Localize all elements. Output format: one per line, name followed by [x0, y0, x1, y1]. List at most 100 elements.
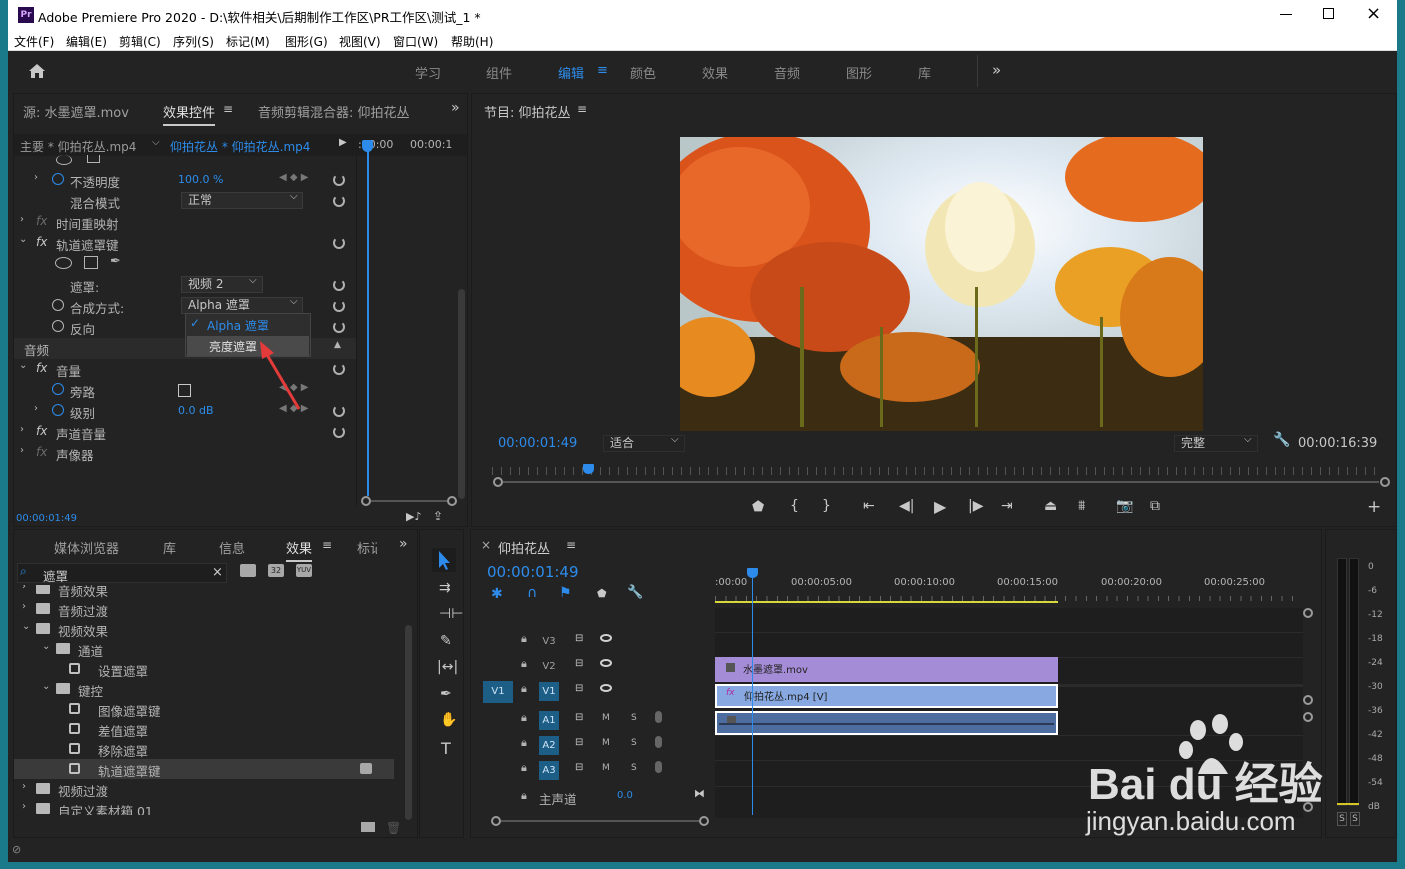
effects-tree-item[interactable]: 轨道遮罩键 — [14, 759, 394, 779]
zoom-handle-right[interactable] — [1380, 477, 1390, 487]
eye-icon[interactable] — [600, 659, 612, 667]
blend-mode-dropdown[interactable]: 正常 — [181, 192, 303, 209]
effects-tree-item[interactable]: 差值遮罩 — [14, 719, 394, 739]
new-bin-icon[interactable] — [361, 822, 375, 832]
step-forward-icon[interactable]: |▶ — [968, 498, 983, 514]
ec-playhead[interactable] — [367, 141, 369, 496]
tab-libraries[interactable]: 库 — [163, 538, 176, 557]
panel-menu-icon[interactable]: ≡ — [577, 102, 587, 116]
stopwatch-icon[interactable] — [52, 299, 64, 311]
collapse-arrow-icon[interactable]: ⌄ — [22, 621, 30, 632]
expand-arrow-icon[interactable]: › — [34, 172, 38, 183]
sync-lock-icon[interactable]: ⊟ — [575, 683, 583, 694]
effects-search-box[interactable]: ⌕ 遮罩 × — [17, 563, 227, 585]
yuv-effects-icon[interactable]: YUV — [296, 564, 312, 577]
tab-effect-controls[interactable]: 效果控件 — [163, 102, 216, 126]
hand-tool-icon[interactable]: ✋ — [440, 712, 457, 728]
reset-icon[interactable] — [333, 300, 345, 312]
lock-icon[interactable]: 🔒︎ — [521, 789, 527, 803]
expand-arrow-icon[interactable]: › — [22, 781, 26, 792]
menu-edit[interactable]: 编辑(E) — [66, 33, 107, 50]
lock-icon[interactable]: 🔒︎ — [521, 657, 527, 671]
tab-markers[interactable]: 标记 — [357, 538, 377, 557]
reset-icon[interactable] — [333, 426, 345, 438]
keyframe-nav-icon[interactable]: ◀ ◆ ▶ — [279, 172, 308, 183]
level-value[interactable]: 0.0 dB — [178, 404, 214, 417]
fx-icon[interactable]: fx — [36, 235, 47, 249]
rectangle-mask-icon[interactable] — [84, 256, 98, 269]
selection-tool-icon[interactable] — [432, 548, 456, 572]
eye-icon[interactable] — [600, 634, 612, 642]
add-marker-icon[interactable]: ⬟ — [597, 587, 607, 600]
play-icon[interactable]: ▶ — [934, 497, 946, 516]
reset-icon[interactable] — [333, 363, 345, 375]
menu-graphics[interactable]: 图形(G) — [285, 33, 328, 50]
step-back-icon[interactable]: ◀| — [899, 498, 914, 514]
microphone-icon[interactable] — [655, 711, 662, 723]
expand-arrow-icon[interactable]: › — [22, 601, 26, 612]
solo-button[interactable]: S — [631, 763, 637, 773]
ec-zoom-handle-left[interactable] — [361, 496, 371, 506]
effects-scrollbar[interactable] — [405, 625, 412, 820]
add-marker-icon[interactable]: ⬟ — [752, 499, 764, 515]
collapse-up-icon[interactable]: ▲ — [334, 340, 341, 350]
reset-icon[interactable] — [333, 405, 345, 417]
expand-arrow-icon[interactable]: › — [20, 445, 24, 456]
play-only-icon[interactable]: ▶ — [339, 137, 347, 148]
workspace-libraries[interactable]: 库 — [918, 63, 931, 82]
clip-selector-active[interactable]: 仰拍花丛 * 仰拍花丛.mp4 — [170, 138, 310, 155]
workspace-graphics[interactable]: 图形 — [846, 63, 872, 82]
settings-wrench-icon[interactable]: 🔧 — [1273, 432, 1290, 448]
mute-button[interactable]: M — [602, 713, 610, 723]
sync-lock-icon[interactable]: ⊟ — [575, 762, 583, 773]
clip-selector-master[interactable]: 主要 * 仰拍花丛.mp4 — [20, 138, 136, 155]
effects-tree-item[interactable]: › 视频过渡 — [14, 779, 394, 799]
timeline-hzoom-left[interactable] — [491, 816, 501, 826]
microphone-icon[interactable] — [655, 736, 662, 748]
track-target-v2[interactable]: V2 — [539, 657, 559, 676]
search-input[interactable]: 遮罩 — [43, 566, 68, 585]
menu-view[interactable]: 视图(V) — [339, 33, 381, 50]
solo-button[interactable]: S — [631, 713, 637, 723]
workspace-learn[interactable]: 学习 — [415, 63, 441, 82]
panel-menu-icon[interactable]: ≡ — [566, 538, 576, 552]
panel-overflow-icon[interactable]: » — [451, 100, 460, 116]
mark-out-icon[interactable]: } — [822, 498, 831, 514]
effects-tree-item[interactable]: 移除遮罩 — [14, 739, 394, 759]
source-patch-v1[interactable]: V1 — [483, 681, 513, 703]
sync-lock-icon[interactable]: ⊟ — [575, 712, 583, 723]
track-target-v3[interactable]: V3 — [539, 632, 559, 651]
opacity-value[interactable]: 100.0 % — [178, 173, 223, 186]
panel-menu-icon[interactable]: ≡ — [322, 538, 332, 552]
ec-scrollbar[interactable] — [458, 289, 465, 499]
expand-arrow-icon[interactable]: › — [22, 585, 26, 592]
delete-icon[interactable]: 🗑 — [386, 821, 401, 835]
option-alpha-matte[interactable]: Alpha 遮罩 — [207, 317, 269, 334]
settings-wrench-icon[interactable]: 🔧 — [627, 585, 643, 600]
expand-arrow-icon[interactable]: › — [22, 801, 26, 812]
solo-button[interactable]: S — [631, 738, 637, 748]
ec-timecode[interactable]: 00:00:01:49 — [16, 513, 77, 524]
clear-search-icon[interactable]: × — [212, 565, 223, 580]
32bit-effects-icon[interactable]: 32 — [268, 564, 284, 577]
linked-selection-icon[interactable]: ⚑ — [559, 585, 572, 601]
effects-tree-item[interactable]: 图像遮罩键 — [14, 699, 394, 719]
close-icon[interactable]: × — [1366, 3, 1381, 24]
lock-icon[interactable]: 🔒︎ — [521, 711, 527, 725]
fx-icon[interactable]: fx — [36, 361, 47, 375]
track-target-a3[interactable]: A3 — [539, 761, 559, 780]
pen-tool-icon[interactable]: ✒ — [440, 686, 452, 702]
sync-lock-icon[interactable]: ⊟ — [575, 737, 583, 748]
lock-icon[interactable]: 🔒︎ — [521, 682, 527, 696]
mute-button[interactable]: M — [602, 738, 610, 748]
home-icon[interactable] — [28, 63, 45, 78]
eye-icon[interactable] — [600, 684, 612, 692]
effects-tree-item[interactable]: ⌄ 通道 — [14, 639, 394, 659]
effects-tree-item[interactable]: 设置遮罩 — [14, 659, 394, 679]
work-area-bar[interactable] — [715, 601, 1058, 603]
ripple-edit-tool-icon[interactable]: ⊣⊢ — [439, 606, 463, 622]
timeline-playhead[interactable] — [752, 570, 753, 815]
collapse-arrow-icon[interactable]: ⌄ — [42, 641, 50, 652]
lock-icon[interactable]: 🔒︎ — [521, 632, 527, 646]
collapse-arrow-icon[interactable]: ⌄ — [19, 360, 27, 371]
